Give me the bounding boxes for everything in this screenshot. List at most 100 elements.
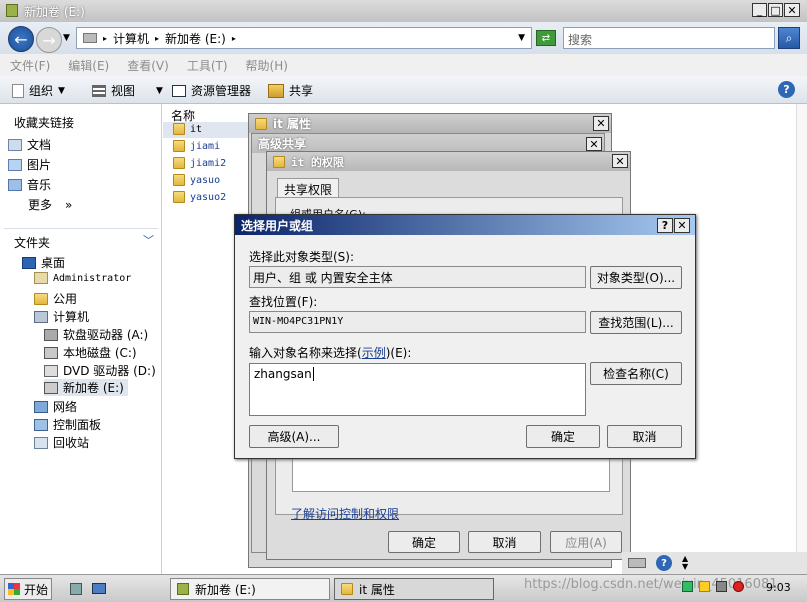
task-it-properties[interactable]: it 属性 [334,578,494,600]
select-cancel-button[interactable]: 取消 [607,425,682,448]
tray-network-icon[interactable] [682,581,693,592]
object-names-input[interactable]: zhangsan [249,363,586,416]
tree-dvd[interactable]: DVD 驱动器 (D:) [44,362,156,379]
help-circle-icon[interactable]: ? [656,555,672,571]
permissions-titlebar: it 的权限 [267,152,630,171]
help-icon[interactable]: ? [778,81,795,98]
file-item[interactable]: yasuo2 [173,191,226,203]
tray-warning-icon[interactable] [699,581,710,592]
forward-button[interactable]: → [36,27,62,53]
search-icon[interactable]: ⌕ [778,27,800,49]
minimize-button[interactable]: _ [752,3,767,17]
tree-volume-e[interactable]: 新加卷 (E:) [44,379,128,396]
fav-music[interactable]: 音乐 [8,176,51,193]
maximize-button[interactable]: □ [768,3,783,17]
file-item[interactable]: jiami [173,140,220,152]
tree-floppy[interactable]: 软盘驱动器 (A:) [44,326,148,343]
vertical-scrollbar[interactable] [796,104,807,574]
check-names-button[interactable]: 检查名称(C) [590,362,682,385]
dvd-icon [44,364,58,377]
properties-close-button[interactable]: ✕ [593,116,609,131]
share-button[interactable]: 共享 [268,82,313,99]
menu-bar: 文件(F) 编辑(E) 查看(V) 工具(T) 帮助(H) [0,54,807,76]
permissions-cancel-button[interactable]: 取消 [468,531,541,553]
explorer-icon [172,84,186,97]
tree-recycle-bin[interactable]: 回收站 [34,434,89,451]
fav-documents[interactable]: 文档 [8,136,51,153]
folder-icon [173,174,185,186]
views-button[interactable]: 视图 ▼ [92,82,163,99]
address-seg-computer[interactable]: 计算机 [113,30,149,47]
task-volume-e[interactable]: 新加卷 (E:) [170,578,330,600]
tray-volume-icon[interactable] [716,581,727,592]
locations-button[interactable]: 查找范围(L)... [590,311,682,334]
clock: 9:03 [766,581,791,594]
organize-button[interactable]: 组织 ▼ [12,82,65,99]
select-users-close-button[interactable]: ✕ [674,218,690,233]
start-button[interactable]: 开始 [4,578,52,600]
scroll-arrows-icon[interactable]: ▲ ▼ [682,555,688,571]
tree-computer[interactable]: 计算机 [34,308,89,325]
address-dropdown-icon[interactable]: ▼ [518,33,525,43]
local-disk-icon [44,346,58,359]
permissions-apply-button[interactable]: 应用(A) [550,531,622,553]
history-dropdown-icon[interactable]: ▼ [63,33,70,43]
permissions-ok-button[interactable]: 确定 [388,531,460,553]
computer-icon [34,310,48,323]
location-field: WIN-MO4PC31PN1Y [249,311,586,333]
menu-tools[interactable]: 工具(T) [187,57,228,74]
menu-file[interactable]: 文件(F) [10,57,50,74]
address-bar[interactable]: ▸ 计算机 ▸ 新加卷 (E:) ▸ ▼ [76,27,532,49]
recycle-bin-icon [34,436,48,449]
address-seg-volume[interactable]: 新加卷 (E:) [165,30,226,47]
quicklaunch-server-icon[interactable] [70,583,82,595]
select-users-help-button[interactable]: ? [657,218,673,233]
menu-help[interactable]: 帮助(H) [246,57,288,74]
folder-icon [173,140,185,152]
computer-icon [83,33,97,43]
control-panel-icon [34,418,48,431]
examples-link[interactable]: 示例 [362,346,386,360]
back-button[interactable]: ← [8,26,34,52]
pictures-icon [8,158,22,171]
file-item[interactable]: yasuo [173,174,220,186]
tree-local-disk[interactable]: 本地磁盘 (C:) [44,344,137,361]
fav-more[interactable]: 更多» [28,196,72,213]
tree-public[interactable]: 公用 [34,290,77,307]
music-icon [8,178,22,191]
views-icon [92,84,106,97]
object-types-button[interactable]: 对象类型(O)... [590,266,682,289]
close-button[interactable]: ✕ [784,3,800,17]
folder-icon [173,157,185,169]
refresh-button[interactable]: ⇄ [536,30,556,46]
tree-network[interactable]: 网络 [34,398,77,415]
folder-icon [255,117,267,130]
desktop-icon [22,256,36,269]
documents-icon [8,138,22,151]
enter-names-label: 输入对象名称来选择(示例)(E): [249,346,412,360]
favorites-title: 收藏夹链接 [14,116,75,130]
permissions-close-button[interactable]: ✕ [612,154,628,168]
quicklaunch-desktop-icon[interactable] [92,583,106,594]
tree-desktop[interactable]: 桌面 [22,254,65,271]
folder-icon [273,155,285,168]
windows-logo-icon [8,583,20,595]
select-ok-button[interactable]: 确定 [526,425,600,448]
folder-icon [341,583,353,595]
menu-view[interactable]: 查看(V) [127,57,169,74]
menu-edit[interactable]: 编辑(E) [68,57,109,74]
tray-error-icon[interactable] [733,581,744,592]
fav-pictures[interactable]: 图片 [8,156,51,173]
file-item[interactable]: it [173,123,202,135]
advanced-button[interactable]: 高级(A)... [249,425,339,448]
collapse-chevron-icon[interactable]: ﹀ [143,232,154,248]
search-input[interactable]: 搜索 [563,27,775,49]
tree-control-panel[interactable]: 控制面板 [34,416,101,433]
tree-administrator[interactable]: Administrator [34,272,131,284]
advanced-sharing-close-button[interactable]: ✕ [586,137,602,151]
explorer-button[interactable]: 资源管理器 [172,82,251,99]
file-item[interactable]: jiami2 [173,157,226,169]
folders-title[interactable]: 文件夹 [14,234,50,251]
location-label: 查找位置(F): [249,295,318,309]
learn-access-link[interactable]: 了解访问控制和权限 [291,505,399,522]
